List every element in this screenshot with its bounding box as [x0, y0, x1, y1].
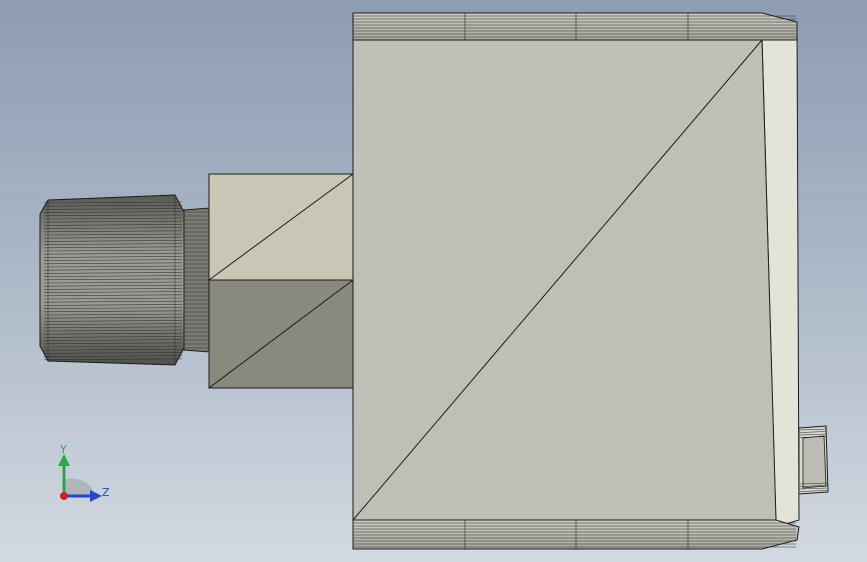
- origin-dot: [60, 492, 68, 500]
- 3d-model-view[interactable]: [0, 0, 867, 562]
- body-top-band: [352, 12, 798, 41]
- triad-plane-shading: [64, 478, 94, 496]
- side-connector: [798, 425, 829, 495]
- main-body: [352, 12, 800, 550]
- knurled-knob: [39, 194, 211, 366]
- z-axis-label: Z: [102, 486, 110, 499]
- cad-viewport[interactable]: Y Z: [0, 0, 867, 562]
- body-front-face: [352, 39, 777, 521]
- axis-triad: [58, 454, 102, 502]
- y-axis-label: Y: [60, 443, 67, 456]
- z-axis-arrow: [90, 490, 102, 502]
- neck-block: [208, 173, 354, 389]
